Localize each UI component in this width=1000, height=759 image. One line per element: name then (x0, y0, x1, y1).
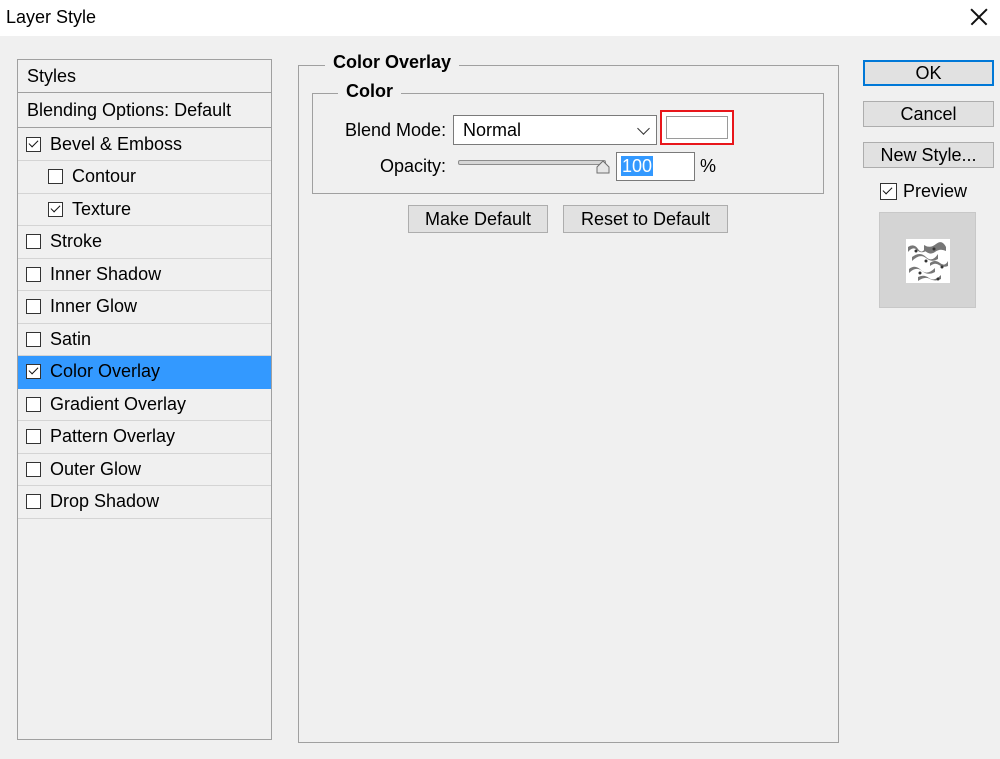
texture-preview-image (906, 239, 950, 283)
style-item-contour[interactable]: Contour (18, 161, 271, 194)
blending-options-item[interactable]: Blending Options: Default (18, 93, 271, 128)
blending-options-label: Blending Options: Default (27, 99, 232, 120)
style-item-label: Contour (72, 166, 137, 186)
opacity-unit: % (700, 156, 717, 176)
style-item-checkbox[interactable] (26, 266, 41, 282)
style-item-stroke[interactable]: Stroke (18, 226, 271, 259)
opacity-label: Opacity: (380, 156, 447, 176)
style-item-label: Drop Shadow (50, 491, 160, 511)
style-item-inner-glow[interactable]: Inner Glow (18, 291, 271, 324)
style-item-checkbox[interactable] (26, 461, 41, 477)
style-item-checkbox[interactable] (26, 396, 41, 412)
style-item-label: Color Overlay (50, 361, 161, 381)
preview-label: Preview (903, 181, 968, 201)
styles-panel: Styles Blending Options: Default Bevel &… (17, 59, 272, 740)
preview-checkbox[interactable] (880, 183, 897, 200)
blend-mode-value: Normal (463, 119, 522, 140)
opacity-value: 100 (621, 156, 654, 176)
chevron-down-icon (637, 122, 650, 135)
reset-to-default-button[interactable]: Reset to Default (563, 205, 728, 233)
style-item-label: Texture (72, 198, 132, 219)
new-style-button[interactable]: New Style... (863, 142, 994, 168)
style-item-label: Inner Glow (50, 296, 138, 316)
style-item-outer-glow[interactable]: Outer Glow (18, 453, 271, 486)
style-item-checkbox[interactable] (26, 364, 41, 379)
blend-mode-select[interactable]: Normal (453, 115, 657, 145)
style-item-label: Stroke (50, 231, 103, 251)
style-item-color-overlay[interactable]: Color Overlay (18, 355, 271, 389)
style-item-label: Pattern Overlay (50, 426, 176, 446)
ok-button[interactable]: OK (863, 60, 994, 86)
style-item-checkbox[interactable] (48, 169, 63, 184)
style-item-checkbox[interactable] (26, 234, 41, 249)
style-item-drop-shadow[interactable]: Drop Shadow (18, 486, 271, 519)
style-item-texture[interactable]: Texture (18, 193, 271, 226)
opacity-slider-thumb[interactable] (596, 160, 610, 174)
style-item-label: Inner Shadow (50, 263, 162, 284)
style-item-checkbox[interactable] (26, 494, 41, 509)
overlay-color-swatch-highlight[interactable] (660, 110, 734, 145)
style-item-checkbox[interactable] (26, 429, 41, 444)
preview-toggle[interactable]: Preview (880, 181, 967, 202)
styles-header-label: Styles (27, 65, 77, 86)
style-item-checkbox[interactable] (48, 201, 63, 217)
style-item-checkbox[interactable] (26, 299, 41, 314)
close-icon[interactable] (964, 2, 994, 32)
color-group-title: Color (338, 81, 401, 102)
cancel-button[interactable]: Cancel (863, 101, 994, 127)
style-item-label: Outer Glow (50, 458, 142, 479)
opacity-slider-track[interactable] (458, 160, 606, 165)
opacity-input[interactable]: 100 (616, 152, 695, 181)
style-item-checkbox[interactable] (26, 136, 41, 152)
blend-mode-label: Blend Mode: (345, 120, 447, 140)
make-default-button[interactable]: Make Default (408, 205, 548, 233)
style-item-gradient-overlay[interactable]: Gradient Overlay (18, 388, 271, 421)
styles-header[interactable]: Styles (18, 60, 271, 93)
style-item-checkbox[interactable] (26, 331, 41, 347)
style-item-satin[interactable]: Satin (18, 323, 271, 356)
style-item-bevel-emboss[interactable]: Bevel & Emboss (18, 128, 271, 161)
style-preview (879, 212, 976, 308)
style-item-inner-shadow[interactable]: Inner Shadow (18, 258, 271, 291)
style-item-label: Satin (50, 328, 92, 349)
color-overlay-title: Color Overlay (325, 52, 460, 73)
style-item-label: Gradient Overlay (50, 393, 187, 414)
style-item-pattern-overlay[interactable]: Pattern Overlay (18, 421, 271, 454)
title-bar (0, 0, 1000, 36)
window-title: Layer Style (6, 7, 97, 27)
style-item-label: Bevel & Emboss (50, 133, 183, 154)
overlay-color-swatch[interactable] (666, 116, 728, 139)
